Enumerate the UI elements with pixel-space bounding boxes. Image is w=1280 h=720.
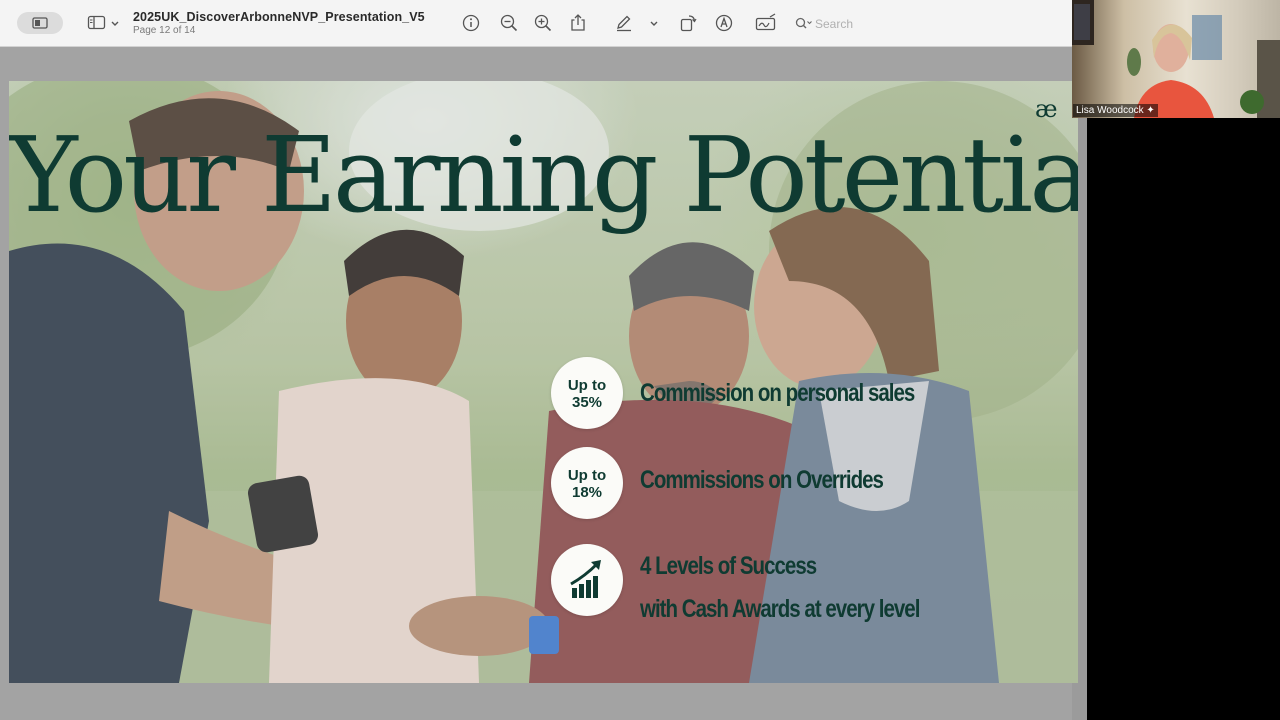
chevron-down-icon xyxy=(650,21,658,26)
feature-badge-1-line-2: 35% xyxy=(571,394,603,411)
signature-icon xyxy=(755,13,776,31)
share-icon xyxy=(571,14,585,31)
chevron-down-icon xyxy=(111,21,119,26)
feature-badge-3 xyxy=(551,544,623,616)
feature-1-text: Commission on personal sales xyxy=(640,379,915,407)
rotate-icon xyxy=(680,15,697,32)
growth-chart-icon xyxy=(570,560,601,598)
feature-badge-2-line-1: Up to xyxy=(567,467,607,484)
participant-video xyxy=(1072,0,1280,118)
info-icon xyxy=(462,14,480,32)
sparkle-icon: ✦ xyxy=(1146,105,1155,116)
document-title: 2025UK_DiscoverArbonneNVP_Presentation_V… xyxy=(133,10,425,24)
toolbar: 2025UK_DiscoverArbonneNVP_Presentation_V… xyxy=(0,0,1072,47)
sidebar-toggle-icon xyxy=(32,17,48,29)
feature-3-text-line-1: 4 Levels of Success xyxy=(640,552,817,580)
sidebar-toggle-button[interactable] xyxy=(17,12,63,34)
participant-video-tile[interactable]: Lisa Woodcock ✦ xyxy=(1072,0,1280,118)
sidebar-icon xyxy=(87,15,106,30)
search-input[interactable] xyxy=(815,15,905,33)
feature-2-text: Commissions on Overrides xyxy=(640,466,884,494)
info-button[interactable] xyxy=(461,13,481,33)
feature-badge-2: Up to 18% xyxy=(551,447,623,519)
search-icon xyxy=(795,17,812,29)
feature-badge-2-line-2: 18% xyxy=(571,484,603,501)
view-menu-button[interactable] xyxy=(109,13,121,33)
preview-window: 2025UK_DiscoverArbonneNVP_Presentation_V… xyxy=(0,0,1087,720)
slide-page: æ Your Earning Potential Up to 35% Commi… xyxy=(9,81,1078,683)
feature-3-text-line-2: with Cash Awards at every level xyxy=(640,595,920,623)
feature-badge-1-text: Up to 35% xyxy=(551,377,623,411)
markup-button[interactable] xyxy=(614,13,634,33)
sign-button[interactable] xyxy=(755,13,777,33)
feature-badge-1: Up to 35% xyxy=(551,357,623,429)
participant-name-label: Lisa Woodcock ✦ xyxy=(1073,104,1158,117)
sidebar-button[interactable] xyxy=(87,13,107,33)
page-indicator: Page 12 of 14 xyxy=(133,25,196,36)
markup-menu-button[interactable] xyxy=(648,13,660,33)
slide-title: Your Earning Potential xyxy=(9,114,1078,236)
markup-circle-icon xyxy=(715,14,733,32)
share-button[interactable] xyxy=(568,13,588,33)
zoom-in-button[interactable] xyxy=(533,13,553,33)
participant-name: Lisa Woodcock xyxy=(1076,105,1144,116)
highlight-button[interactable] xyxy=(714,13,734,33)
feature-badge-1-line-1: Up to xyxy=(567,377,607,394)
zoom-in-icon xyxy=(534,14,552,32)
zoom-out-icon xyxy=(500,14,518,32)
markup-pen-icon xyxy=(617,15,631,32)
zoom-out-button[interactable] xyxy=(499,13,519,33)
rotate-button[interactable] xyxy=(678,13,698,33)
feature-badge-2-text: Up to 18% xyxy=(551,467,623,501)
